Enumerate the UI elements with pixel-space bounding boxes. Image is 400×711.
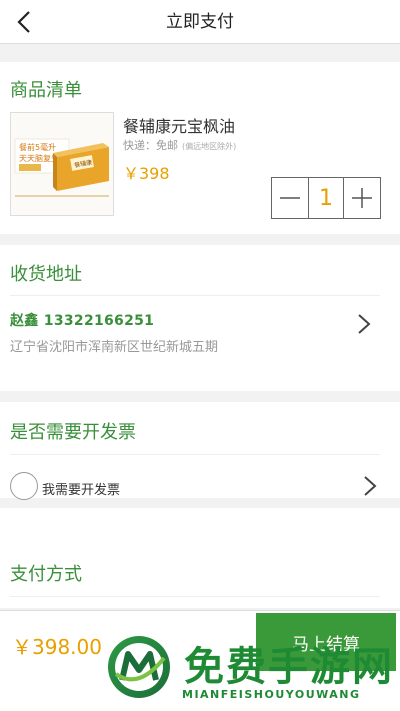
invoice-section: 是否需要开发票 我需要开发票 (0, 402, 400, 500)
top-nav-bar: 立即支付 (0, 0, 400, 44)
shipping-note: (偏远地区除外) (182, 142, 237, 151)
goods-section-title: 商品清单 (10, 80, 82, 101)
divider (10, 295, 380, 296)
shipping-info: 快递：免邮 (偏远地区除外) (123, 137, 236, 153)
decrease-button[interactable] (272, 178, 308, 218)
page-title: 立即支付 (166, 12, 234, 32)
address-selector[interactable]: 赵鑫 13322166251 辽宁省沈阳市浑南新区世纪新城五期 (0, 301, 400, 361)
address-section-title: 收货地址 (10, 264, 82, 285)
product-price: ￥398 (123, 164, 170, 183)
address-detail: 辽宁省沈阳市浑南新区世纪新城五期 (10, 340, 219, 355)
divider (10, 454, 380, 455)
divider (10, 596, 380, 597)
order-total: ￥398.00 (12, 635, 102, 659)
product-image: 餐前5毫升 天天脑复生 餐辅康 (10, 112, 114, 216)
quantity-stepper[interactable]: 1 (271, 177, 381, 219)
product-name: 餐辅康元宝枫油 (123, 117, 236, 136)
shipping-method: 快递：免邮 (123, 139, 178, 152)
product-box-picture: 餐前5毫升 天天脑复生 餐辅康 (11, 113, 113, 215)
minus-icon (280, 197, 300, 199)
svg-text:餐前5毫升: 餐前5毫升 (19, 142, 56, 152)
invoice-option-label: 我需要开发票 (42, 483, 121, 498)
invoice-section-title: 是否需要开发票 (10, 422, 136, 443)
watermark-title: 免费手游网 (184, 644, 394, 690)
increase-button[interactable] (344, 178, 380, 218)
recipient-name-phone: 赵鑫 13322166251 (10, 313, 155, 329)
payment-section: 支付方式 (0, 508, 400, 608)
watermark-logo-icon (108, 636, 170, 698)
payment-section-title: 支付方式 (10, 564, 82, 585)
watermark-subtitle: MIANFEISHOUYOUWANG (182, 688, 361, 701)
chevron-right-icon (358, 314, 371, 334)
plus-icon (352, 188, 372, 208)
quantity-value[interactable]: 1 (308, 178, 344, 218)
site-watermark: 免费手游网 MIANFEISHOUYOUWANG (100, 630, 400, 711)
invoice-radio[interactable] (10, 472, 38, 500)
chevron-right-icon (364, 476, 377, 496)
invoice-option[interactable]: 我需要开发票 (0, 462, 400, 500)
address-section: 收货地址 赵鑫 13322166251 辽宁省沈阳市浑南新区世纪新城五期 (0, 245, 400, 391)
